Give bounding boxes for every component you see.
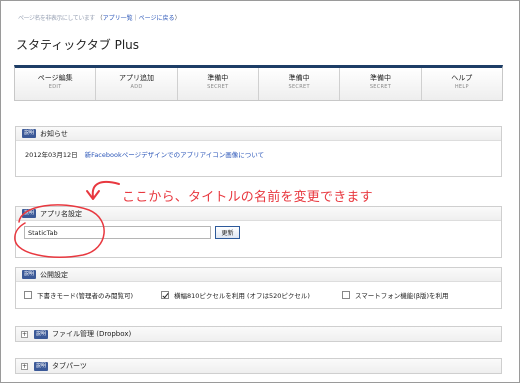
nav-item-secret-3[interactable]: 準備中 SECRET — [340, 68, 422, 100]
annotation-arrowhead-icon — [86, 190, 100, 200]
help-badge[interactable]: 説明 — [22, 209, 37, 218]
nav-label: 準備中 — [207, 74, 229, 82]
nav-item-edit[interactable]: ページ編集 EDIT — [15, 68, 97, 100]
panel-header: 説明 お知らせ — [16, 127, 501, 141]
public-settings-panel: 説明 公開設定 下書きモード(管理者のみ閲覧可) 横幅810ピクセルを利用 (オ… — [15, 267, 502, 309]
paren-close: ） — [174, 15, 181, 22]
nav-sub-label: EDIT — [48, 84, 62, 90]
help-badge[interactable]: 説明 — [22, 129, 37, 138]
nav-sub-label: SECRET — [288, 84, 310, 90]
nav-label: アプリ追加 — [118, 74, 154, 82]
nav-sub-label: HELP — [454, 84, 469, 90]
panel-header: 説明 アプリ名設定 — [16, 207, 501, 221]
help-badge[interactable]: 説明 — [34, 361, 49, 371]
update-button[interactable]: 更新 — [215, 226, 240, 239]
wide-810-option[interactable]: 横幅810ピクセルを利用 (オフは520ピクセル) — [161, 290, 310, 300]
panel-title: 公開設定 — [40, 270, 69, 279]
option-label: 横幅810ピクセルを利用 (オフは520ピクセル) — [174, 292, 310, 300]
smartphone-option[interactable]: スマートフォン機能(β版)を利用 — [342, 290, 449, 300]
panel-title: ファイル管理 (Dropbox) — [52, 330, 132, 338]
tab-parts-section[interactable]: + 説明 タブパーツ — [15, 358, 502, 374]
nav-label: ページ編集 — [37, 74, 73, 82]
option-label: 下書きモード(管理者のみ閲覧可) — [37, 292, 134, 300]
nav-sub-label: ADD — [130, 84, 143, 90]
nav-label: 準備中 — [288, 74, 310, 82]
annotation-arrow-icon — [91, 180, 120, 198]
expand-icon[interactable]: + — [21, 330, 28, 338]
annotation-text: ここから、タイトルの名前を変更できます — [122, 190, 373, 205]
panel-title: お知らせ — [40, 129, 68, 138]
draft-mode-option[interactable]: 下書きモード(管理者のみ閲覧可) — [24, 290, 133, 300]
main-nav: ページ編集 EDIT アプリ追加 ADD 準備中 SECRET 準備中 SECR… — [14, 65, 503, 101]
news-link[interactable]: 新Facebookページデザインでのアプリアイコン画像について — [85, 151, 264, 159]
app-name-panel: 説明 アプリ名設定 更新 — [15, 206, 502, 258]
nav-item-help[interactable]: ヘルプ HELP — [422, 68, 502, 100]
blurred-page-name: ページ名を非表示にしています — [18, 15, 95, 22]
nav-item-secret-2[interactable]: 準備中 SECRET — [259, 68, 341, 100]
panel-title: タブパーツ — [52, 362, 87, 370]
panel-header: 説明 公開設定 — [16, 268, 501, 282]
news-item: 2012年03月12日 新Facebookページデザインでのアプリアイコン画像に… — [25, 149, 264, 159]
option-label: スマートフォン機能(β版)を利用 — [355, 292, 449, 300]
nav-item-add[interactable]: アプリ追加 ADD — [96, 68, 178, 100]
help-badge[interactable]: 説明 — [22, 270, 37, 279]
expand-icon[interactable]: + — [21, 362, 28, 370]
news-date: 2012年03月12日 — [25, 151, 78, 159]
news-panel: 説明 お知らせ 2012年03月12日 新Facebookページデザインでのアプ… — [15, 126, 502, 177]
panel-title: アプリ名設定 — [40, 209, 83, 218]
wide-810-checkbox[interactable] — [161, 291, 169, 299]
file-manager-section[interactable]: + 説明 ファイル管理 (Dropbox) — [15, 326, 502, 342]
draft-mode-checkbox[interactable] — [24, 291, 32, 299]
page-header-links: ページ名を非表示にしています （アプリ一覧｜ページに戻る） — [18, 13, 181, 22]
nav-sub-label: SECRET — [369, 84, 392, 90]
nav-label: 準備中 — [369, 74, 391, 82]
nav-label: ヘルプ — [451, 74, 473, 82]
app-list-link[interactable]: アプリ一覧 — [103, 15, 133, 22]
app-name-input[interactable] — [24, 226, 211, 239]
page-back-link[interactable]: ページに戻る — [139, 15, 175, 22]
app-title: スタティックタブ Plus — [16, 38, 140, 52]
nav-sub-label: SECRET — [207, 84, 229, 90]
smartphone-checkbox[interactable] — [342, 291, 350, 299]
app-frame: ページ名を非表示にしています （アプリ一覧｜ページに戻る） スタティックタブ P… — [0, 0, 520, 383]
help-badge[interactable]: 説明 — [34, 329, 49, 339]
nav-item-secret-1[interactable]: 準備中 SECRET — [178, 68, 259, 100]
